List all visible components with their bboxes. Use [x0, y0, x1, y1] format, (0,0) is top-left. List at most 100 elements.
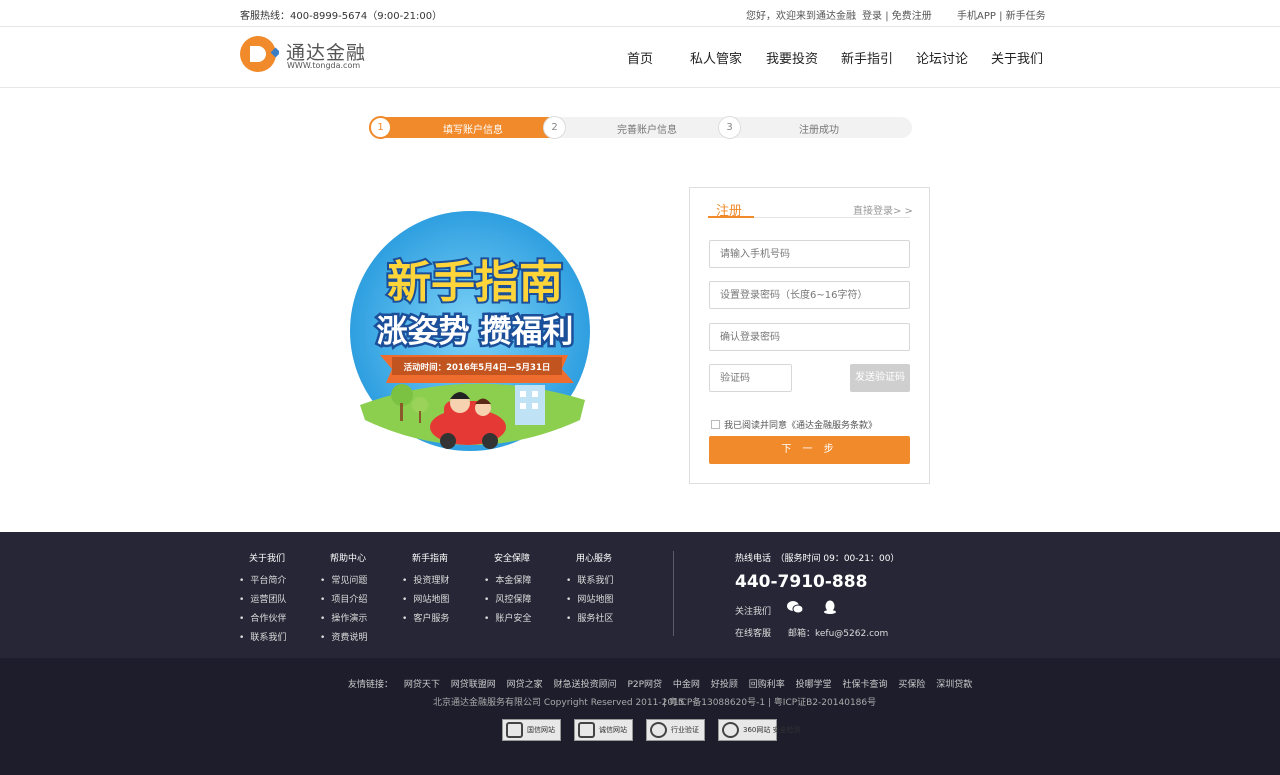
logo-url: WWW.tongda.com	[287, 61, 361, 70]
service-email: 邮箱：kefu@5262.com	[788, 629, 889, 639]
friend-link[interactable]: 深圳贷款	[936, 680, 972, 690]
badge-label: 行业验证	[671, 726, 699, 734]
next-step-button[interactable]: 下 一 步	[709, 436, 910, 464]
footer-col-title: 新手指南	[412, 554, 449, 564]
friend-link[interactable]: 回购利率	[749, 680, 785, 690]
document-icon	[578, 722, 595, 738]
register-form: 注册 直接登录> > 发送验证码 我已阅读并同意《通达金融服务条款》 下 一 步	[689, 187, 930, 484]
friend-links-label: 友情链接：	[348, 680, 394, 690]
login-link[interactable]: 登录	[862, 11, 882, 22]
footer-col-title: 帮助中心	[330, 554, 367, 564]
trust-badge[interactable]: 行业验证	[646, 719, 705, 741]
registration-steps: 1 填写账户信息 2 完善账户信息 3 注册成功	[369, 116, 912, 139]
step-1-number: 1	[369, 116, 392, 139]
step-2-label: 完善账户信息	[617, 125, 677, 136]
phone-input[interactable]	[709, 240, 910, 268]
nav-private-butler[interactable]: 私人管家	[690, 48, 742, 67]
trust-badge[interactable]: 360网站 安全检测	[718, 719, 801, 741]
footer-col-about: 关于我们 平台简介 运营团队 合作伙伴 联系我们	[239, 551, 286, 648]
promo-period: 活动时间：2016年5月4日—5月31日	[404, 362, 551, 373]
footer-link[interactable]: 平台简介	[239, 572, 286, 591]
newbie-guide-promo: 新手指南 涨姿势 攒福利 活动时间：2016年5月4日—5月31日	[350, 211, 590, 451]
footer-bottom	[0, 658, 1280, 775]
friend-link[interactable]: 财急送投资顾问	[554, 680, 617, 690]
separator: |	[999, 11, 1003, 22]
footer-link[interactable]: 投资理财	[402, 572, 449, 591]
agree-text[interactable]: 我已阅读并同意《通达金融服务条款》	[724, 421, 877, 431]
register-link[interactable]: 免费注册	[892, 11, 932, 22]
footer-col-service: 用心服务 联系我们 网站地图 服务社区	[566, 551, 613, 629]
footer-link[interactable]: 服务社区	[566, 610, 613, 629]
hotline-title: 热线电话 （服务时间 09：00-21：00）	[735, 554, 900, 564]
trust-badge[interactable]: 国信网站	[502, 719, 561, 741]
step-2-number: 2	[543, 116, 566, 139]
agree-checkbox[interactable]	[711, 420, 720, 429]
shield-icon	[506, 722, 523, 738]
nav-invest[interactable]: 我要投资	[766, 48, 818, 67]
newbie-tasks-link[interactable]: 新手任务	[1006, 11, 1046, 22]
footer-link[interactable]: 资费说明	[320, 629, 367, 648]
friend-link[interactable]: 网贷联盟网	[451, 680, 496, 690]
friend-link[interactable]: 网贷之家	[507, 680, 543, 690]
friend-link[interactable]: 好投顾	[711, 680, 738, 690]
verification-code-input[interactable]	[709, 364, 792, 392]
footer-link[interactable]: 操作演示	[320, 610, 367, 629]
footer-link[interactable]: 风控保障	[484, 591, 531, 610]
friend-link[interactable]: 中金网	[673, 680, 700, 690]
separator: |	[885, 11, 889, 22]
send-code-button[interactable]: 发送验证码	[850, 364, 910, 392]
mobile-app-link[interactable]: 手机APP	[957, 11, 996, 22]
footer-link[interactable]: 运营团队	[239, 591, 286, 610]
verified-icon	[650, 722, 667, 738]
footer-link[interactable]: 网站地图	[566, 591, 613, 610]
hotline-number: 440-7910-888	[735, 572, 868, 592]
online-service-link[interactable]: 在线客服	[735, 626, 771, 639]
footer-link[interactable]: 网站地图	[402, 591, 449, 610]
logo[interactable]: 通达金融 WWW.tongda.com	[239, 34, 389, 74]
friend-link[interactable]: P2P网贷	[627, 680, 662, 690]
nav-about[interactable]: 关于我们	[991, 48, 1043, 67]
step-3-label: 注册成功	[799, 125, 839, 136]
logo-mark-icon	[240, 36, 279, 72]
friend-link[interactable]: 投哪学堂	[796, 680, 832, 690]
badge-label: 诚信网站	[599, 726, 627, 734]
account-links: 登录 | 免费注册	[862, 7, 932, 22]
friend-link[interactable]: 社保卡查询	[842, 680, 887, 690]
promo-title: 新手指南	[387, 257, 563, 308]
direct-login-link[interactable]: 直接登录> >	[853, 202, 913, 217]
friend-link[interactable]: 网贷天下	[404, 680, 440, 690]
footer-link[interactable]: 常见问题	[320, 572, 367, 591]
welcome-text: 您好，欢迎来到通达金融	[746, 11, 856, 22]
qq-icon[interactable]	[823, 600, 837, 614]
badge-label: 国信网站	[527, 726, 555, 734]
nav-forum[interactable]: 论坛讨论	[916, 48, 968, 67]
footer-link[interactable]: 联系我们	[566, 572, 613, 591]
friend-link[interactable]: 买保险	[898, 680, 925, 690]
footer-link[interactable]: 本金保障	[484, 572, 531, 591]
trust-badge[interactable]: 诚信网站	[574, 719, 633, 741]
step-1-label: 填写账户信息	[443, 125, 503, 136]
active-tab-underline	[708, 216, 754, 218]
footer-link[interactable]: 客户服务	[402, 610, 449, 629]
icp-license: | 粤ICP备13088620号-1 | 粤ICP证B2-20140186号	[663, 698, 877, 708]
footer-col-title: 安全保障	[494, 554, 531, 564]
footer-links-area	[0, 532, 1280, 658]
nav-newbie-guide[interactable]: 新手指引	[841, 48, 893, 67]
nav-home[interactable]: 首页	[627, 48, 653, 67]
footer-col-help: 帮助中心 常见问题 项目介绍 操作演示 资费说明	[320, 551, 367, 648]
promo-subtitle: 涨姿势 攒福利	[377, 314, 574, 350]
wechat-icon[interactable]	[787, 600, 803, 614]
friend-links: 友情链接： 网贷天下 网贷联盟网 网贷之家 财急送投资顾问 P2P网贷 中金网 …	[348, 677, 980, 690]
confirm-password-input[interactable]	[709, 323, 910, 351]
follow-us-label: 关注我们	[735, 607, 772, 617]
top-bar: 客服热线：400-8999-5674（9:00-21:00） 您好，欢迎来到通达…	[0, 0, 1280, 27]
footer-col-newbie: 新手指南 投资理财 网站地图 客户服务	[402, 551, 449, 629]
footer-link[interactable]: 项目介绍	[320, 591, 367, 610]
badge-label: 360网站 安全检测	[743, 726, 801, 734]
footer-link[interactable]: 账户安全	[484, 610, 531, 629]
footer-link[interactable]: 合作伙伴	[239, 610, 286, 629]
password-input[interactable]	[709, 281, 910, 309]
magnifier-icon	[722, 722, 739, 738]
service-hotline: 客服热线：400-8999-5674（9:00-21:00）	[240, 11, 443, 22]
footer-link[interactable]: 联系我们	[239, 629, 286, 648]
